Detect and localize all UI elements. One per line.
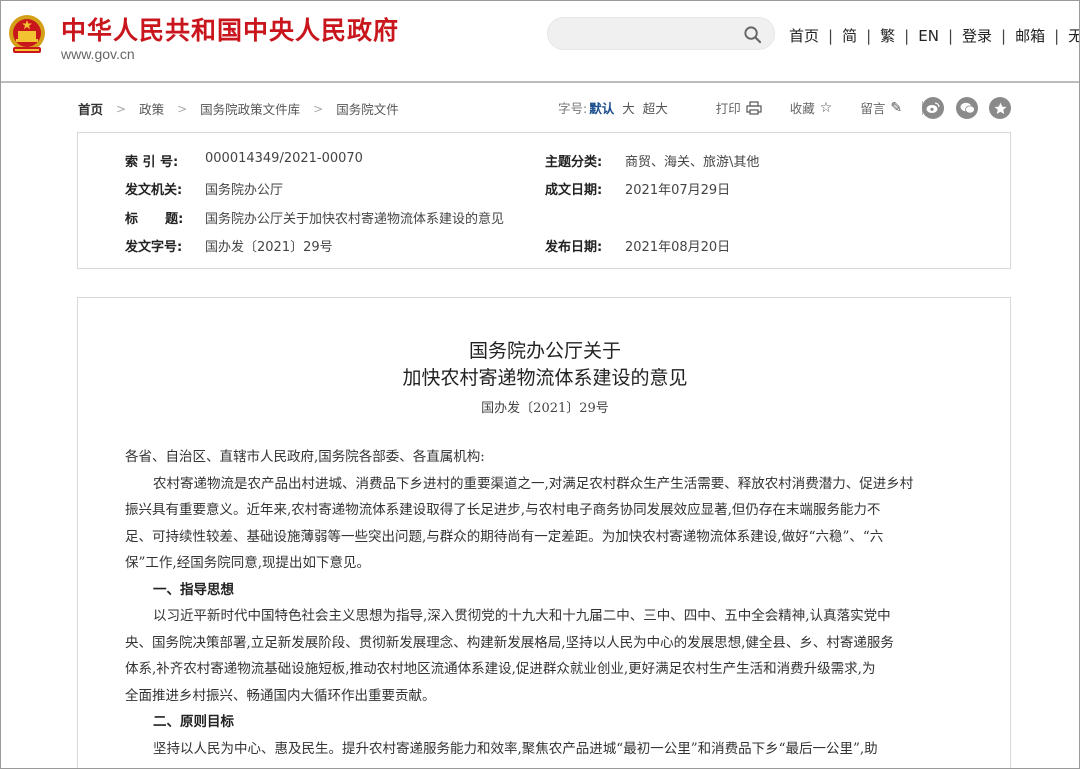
nav-accessibility[interactable]: 无障碍 — [1068, 25, 1079, 46]
national-emblem-icon[interactable] — [7, 13, 47, 57]
breadcrumb: 首页 > 政策 > 国务院政策文件库 > 国务院文件 — [78, 99, 399, 118]
comment-button[interactable]: 留言 ✎ — [860, 98, 902, 117]
info-label: 发文字号: — [125, 240, 183, 255]
header-divider — [1, 81, 1079, 83]
info-value: 商贸、海关、旅游\其他 — [625, 155, 760, 170]
paragraph-line: 振兴具有重要意义。近年来,农村寄递物流体系建设取得了长足进步,与农村电子商务协同… — [125, 502, 881, 518]
info-label: 发文机关: — [125, 183, 183, 198]
breadcrumb-policy-library[interactable]: 国务院政策文件库 — [200, 99, 300, 118]
section-heading: 二、原则目标 — [153, 714, 234, 730]
paragraph-line: 央、国务院决策部署,立足新发展阶段、贯彻新发展理念、构建新发展格局,坚持以人民为… — [125, 634, 894, 651]
favorite-star-icon[interactable] — [989, 97, 1011, 119]
info-index-no: 索 引 号: 000014349/2021-00070 — [125, 151, 363, 170]
salutation: 各省、自治区、直辖市人民政府,国务院各部委、各直属机构: — [125, 449, 485, 465]
favorite-button[interactable]: 收藏 ☆ — [790, 98, 833, 117]
print-label: 打印 — [715, 101, 741, 116]
favorite-label: 收藏 — [789, 101, 815, 116]
nav-divider: | — [904, 26, 910, 45]
weibo-share-icon[interactable] — [922, 97, 944, 119]
nav-divider: | — [1054, 26, 1060, 45]
article-text: 各省、自治区、直辖市人民政府,国务院各部委、各直属机构: 农村寄递物流是农产品出… — [125, 444, 973, 762]
font-size-xlarge[interactable]: 超大 — [643, 98, 668, 117]
font-size-label: 字号: — [558, 101, 588, 116]
nav-traditional[interactable]: 繁 — [880, 25, 895, 46]
article-tools: 字号: 默认 大 超大 打印 收藏 ☆ 留言 ✎ — [558, 98, 924, 117]
article-doc-number: 国办发〔2021〕29号 — [481, 401, 609, 416]
info-value: 2021年08月20日 — [625, 240, 731, 255]
info-doc-no: 发文字号: 国办发〔2021〕29号 — [125, 236, 333, 255]
info-publish-date: 发布日期: 2021年08月20日 — [545, 236, 730, 255]
info-label: 索 引 号: — [125, 155, 179, 170]
nav-simplified[interactable]: 简 — [842, 25, 857, 46]
paragraph-line: 足、可持续性较差、基础设施薄弱等一些突出问题,与群众的期待尚有一定差距。为加快农… — [125, 528, 884, 545]
article-title-line1: 国务院办公厅关于 — [468, 340, 621, 362]
nav-divider: | — [1001, 26, 1007, 45]
paragraph-line: 体系,补齐农村寄递物流基础设施短板,推动农村地区流通体系建设,促进群众就业创业,… — [125, 661, 876, 677]
info-title: 标 题: 国务院办公厅关于加快农村寄递物流体系建设的意见 — [125, 208, 504, 227]
paragraph-line: 坚持以人民为中心、惠及民生。提升农村寄递服务能力和效率,聚焦农产品进城“最初一公… — [153, 740, 878, 757]
page-frame: 中华人民共和国中央人民政府 www.gov.cn 首页 | 简 | 繁 | EN… — [0, 0, 1080, 769]
paragraph-line: 以习近平新时代中国特色社会主义思想为指导,深入贯彻党的十九大和十九届二中、三中、… — [153, 608, 891, 624]
chevron-right-icon: > — [177, 101, 188, 116]
chevron-right-icon: > — [116, 101, 127, 116]
paragraph-line: 全面推进乡村振兴、畅通国内大循环作出重要贡献。 — [125, 687, 436, 704]
site-header: 中华人民共和国中央人民政府 www.gov.cn 首页 | 简 | 繁 | EN… — [1, 1, 1079, 81]
info-label: 主题分类: — [545, 155, 603, 170]
breadcrumb-home[interactable]: 首页 — [78, 99, 103, 118]
info-label: 发布日期: — [545, 240, 603, 255]
pencil-icon: ✎ — [890, 99, 903, 116]
info-value: 国务院办公厅 — [205, 183, 284, 198]
site-title[interactable]: 中华人民共和国中央人民政府 — [61, 11, 399, 47]
nav-divider: | — [947, 26, 953, 45]
print-button[interactable]: 打印 — [716, 98, 762, 117]
article-title-line2: 加快农村寄递物流体系建设的意见 — [402, 367, 688, 389]
top-nav: 首页 | 简 | 繁 | EN | 登录 | 邮箱 | 无障碍 — [789, 25, 1079, 46]
info-value: 2021年07月29日 — [625, 183, 731, 198]
site-url: www.gov.cn — [61, 46, 135, 62]
search-icon[interactable] — [743, 25, 762, 44]
paragraph-line: 保”工作,经国务院同意,现提出如下意见。 — [125, 555, 370, 571]
info-issuer: 发文机关: 国务院办公厅 — [125, 179, 283, 198]
paragraph-line: 农村寄递物流是农产品出村进城、消费品下乡进村的重要渠道之一,对满足农村群众生产生… — [153, 475, 914, 492]
nav-mail[interactable]: 邮箱 — [1015, 25, 1045, 46]
chevron-right-icon: > — [313, 101, 324, 116]
printer-icon — [746, 100, 762, 115]
info-value: 000014349/2021-00070 — [205, 151, 363, 166]
nav-english[interactable]: EN — [918, 27, 939, 45]
info-written-date: 成文日期: 2021年07月29日 — [545, 179, 730, 198]
star-icon: ☆ — [819, 99, 833, 116]
nav-login[interactable]: 登录 — [962, 25, 992, 46]
article-body: 国务院办公厅关于 加快农村寄递物流体系建设的意见 国办发〔2021〕29号 各省… — [77, 297, 1011, 768]
info-label: 成文日期: — [545, 183, 603, 198]
font-size-default[interactable]: 默认 — [589, 98, 614, 117]
search-input[interactable] — [562, 18, 742, 49]
info-category: 主题分类: 商贸、海关、旅游\其他 — [545, 151, 759, 170]
document-info-panel: 索 引 号: 000014349/2021-00070 主题分类: 商贸、海关、… — [77, 132, 1011, 269]
info-label: 标 题: — [125, 212, 184, 227]
search-box — [547, 17, 775, 50]
font-size-large[interactable]: 大 — [622, 98, 635, 117]
wechat-share-icon[interactable] — [956, 97, 978, 119]
section-heading: 一、指导思想 — [153, 581, 234, 598]
info-value: 国办发〔2021〕29号 — [205, 240, 333, 255]
nav-divider: | — [828, 26, 834, 45]
nav-home[interactable]: 首页 — [789, 25, 819, 46]
info-value: 国务院办公厅关于加快农村寄递物流体系建设的意见 — [205, 212, 505, 227]
breadcrumb-policy[interactable]: 政策 — [139, 99, 164, 118]
nav-divider: | — [866, 26, 872, 45]
breadcrumb-state-council-docs[interactable]: 国务院文件 — [336, 99, 399, 118]
comment-label: 留言 — [860, 101, 886, 116]
